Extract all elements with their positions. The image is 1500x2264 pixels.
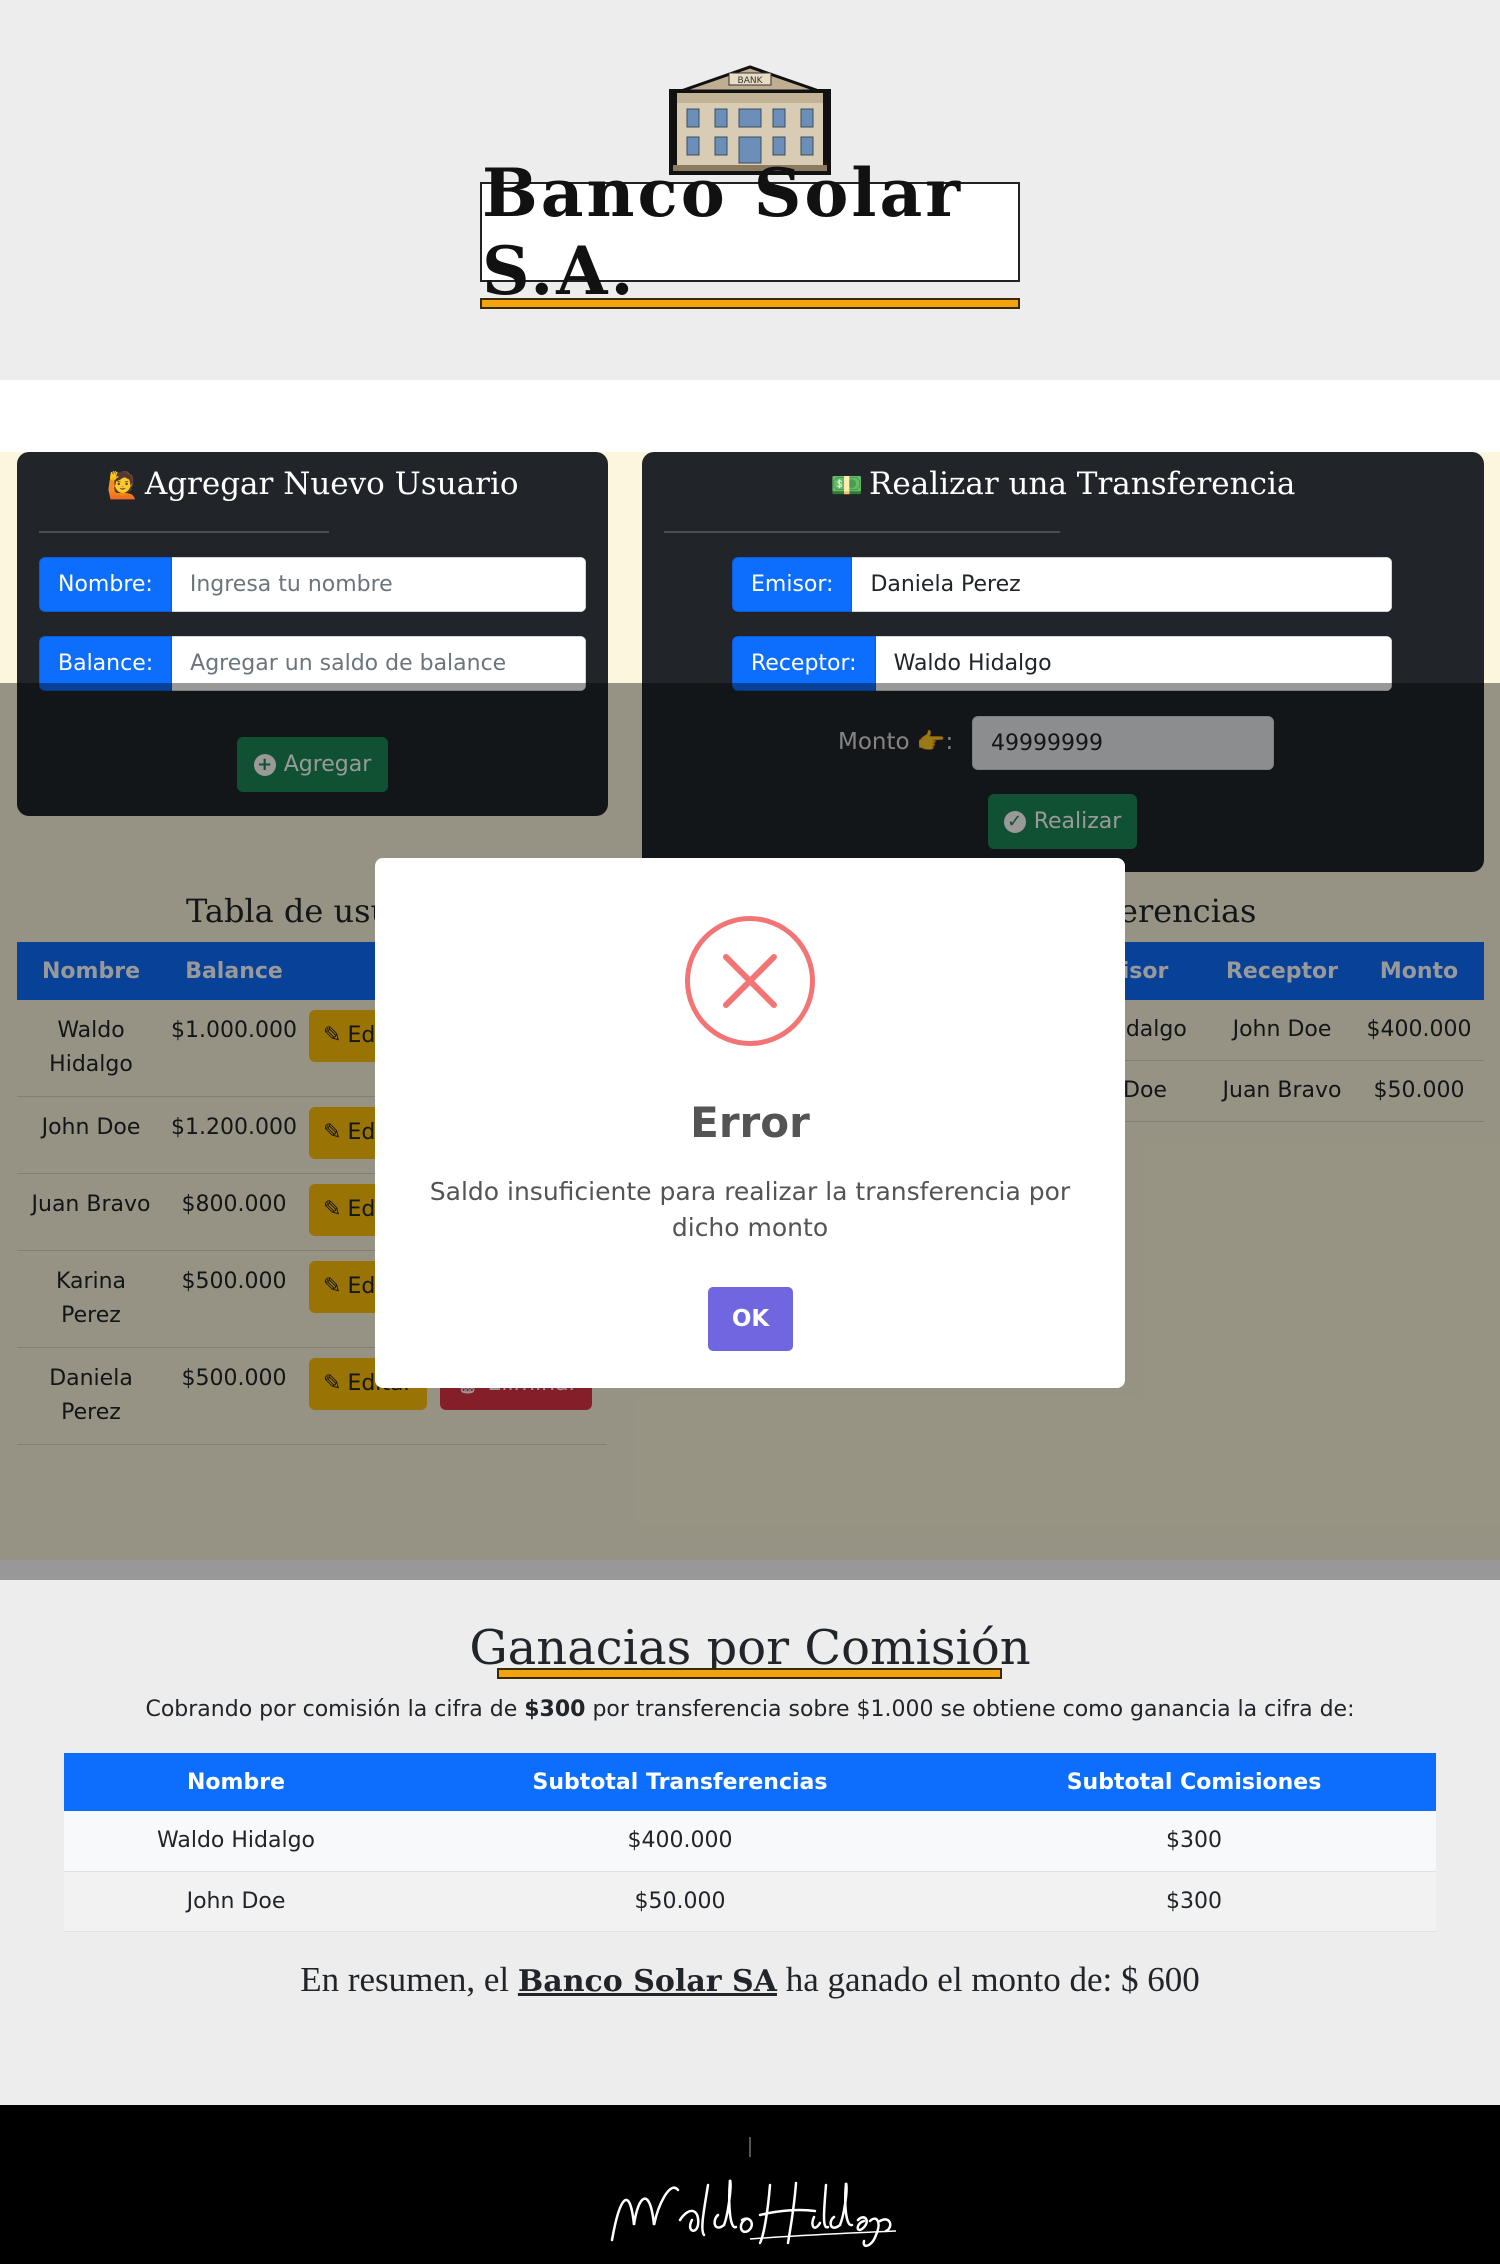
name-label: Nombre: [39, 557, 172, 612]
brand-underline [480, 298, 1020, 309]
transfer-title: 💵 Realizar una Transferencia [830, 466, 1296, 502]
card-separator [39, 531, 329, 533]
svg-text:BANK: BANK [738, 76, 764, 86]
brand-box: Banco Solar S.A. [480, 154, 1020, 310]
gan-name: Waldo Hidalgo [64, 1811, 408, 1872]
add-user-title: 🙋 Agregar Nuevo Usuario [106, 466, 519, 502]
modal-message: Saldo insuficiente para realizar la tran… [429, 1177, 1071, 1242]
col-nombre: Nombre [64, 1753, 408, 1811]
name-input-group: Nombre: Ingresa tu nombre [39, 557, 586, 612]
signature-image [610, 2179, 897, 2248]
error-modal: Error Saldo insuficiente para realizar l… [375, 858, 1125, 1388]
summary-brand: Banco Solar SA [517, 1964, 777, 1999]
ganancias-table: Nombre Subtotal Transferencias Subtotal … [64, 1753, 1436, 1932]
error-x-icon [685, 916, 815, 1046]
gan-subtotal: $50.000 [408, 1871, 952, 1932]
page-header: BANK Banco Solar S.A. [0, 0, 1500, 380]
gan-subtotal: $400.000 [408, 1811, 952, 1872]
emisor-label: Emisor: [732, 557, 853, 612]
emisor-select[interactable]: Daniela Perez [852, 557, 1392, 612]
page-footer [0, 2105, 1500, 2264]
name-input[interactable]: Ingresa tu nombre [171, 557, 586, 612]
gan-comision: $300 [952, 1811, 1436, 1872]
white-band [0, 380, 1500, 452]
brand-title: Banco Solar S.A. [482, 154, 964, 310]
col-subtotal-comisiones: Subtotal Comisiones [952, 1753, 1436, 1811]
summary-text: En resumen, el Banco Solar SA ha ganado … [300, 1960, 1200, 1999]
modal-title: Error [690, 1098, 810, 1147]
person-emoji-icon: 🙋 [106, 471, 139, 501]
gan-name: John Doe [64, 1871, 408, 1932]
ok-button[interactable]: OK [708, 1287, 793, 1351]
ganancias-description: Cobrando por comisión la cifra de $300 p… [145, 1697, 1355, 1722]
ganancias-underline [497, 1668, 1002, 1679]
footer-divider [749, 2137, 751, 2157]
col-subtotal-transferencias: Subtotal Transferencias [408, 1753, 952, 1811]
table-row: John Doe $50.000 $300 [64, 1871, 1436, 1932]
emisor-input-group: Emisor: Daniela Perez [732, 557, 1392, 612]
gan-comision: $300 [952, 1871, 1436, 1932]
card-separator [664, 531, 1060, 533]
money-emoji-icon: 💵 [830, 471, 864, 501]
table-row: Waldo Hidalgo $400.000 $300 [64, 1811, 1436, 1872]
